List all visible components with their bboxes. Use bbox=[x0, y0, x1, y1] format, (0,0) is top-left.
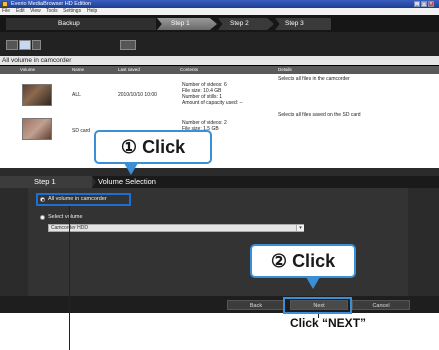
minimize-icon[interactable]: _ bbox=[414, 1, 420, 7]
callout-2-text: Click bbox=[292, 251, 336, 271]
menu-help[interactable]: Help bbox=[87, 8, 97, 15]
list-title: All volume in camcorder bbox=[0, 56, 439, 65]
col-contents: Contents bbox=[180, 67, 199, 72]
next-highlight bbox=[283, 297, 352, 314]
callout-1-pointer bbox=[124, 163, 138, 175]
callout-2-pointer bbox=[306, 277, 320, 289]
menu-view[interactable]: View bbox=[30, 8, 41, 15]
menu-settings[interactable]: Settings bbox=[63, 8, 81, 15]
volume-selection-tab: Volume Selection bbox=[92, 176, 439, 188]
col-name: Name bbox=[72, 67, 85, 72]
window-title: Everio MediaBrowser HD Edition bbox=[11, 1, 92, 7]
thumbnail bbox=[22, 118, 52, 140]
menu-tools[interactable]: Tools bbox=[46, 8, 58, 15]
app-icon bbox=[2, 1, 8, 7]
back-button[interactable]: Back bbox=[227, 300, 285, 310]
cancel-button[interactable]: Cancel bbox=[352, 300, 410, 310]
step-1-indicator: Step 1 bbox=[157, 18, 217, 30]
callout-1-text: Click bbox=[142, 137, 186, 157]
menu-file[interactable]: File bbox=[2, 8, 10, 15]
volume-dropdown[interactable]: Camcorder HDD bbox=[48, 224, 304, 232]
select-volume-radio[interactable] bbox=[40, 215, 45, 220]
step-2-indicator: Step 2 bbox=[218, 18, 274, 30]
leader-line bbox=[69, 206, 70, 350]
list-item[interactable]: ALL 2010/10/10 10:00 Number of videos: 6… bbox=[0, 76, 439, 116]
backup-label: Backup bbox=[6, 18, 156, 30]
folder-icon[interactable] bbox=[120, 40, 136, 50]
close-icon[interactable]: × bbox=[428, 1, 434, 7]
callout-click-1: ① Click bbox=[94, 130, 212, 164]
volume-list: ALL 2010/10/10 10:00 Number of videos: 6… bbox=[0, 74, 439, 168]
select-volume-label[interactable]: Select volume bbox=[48, 214, 83, 220]
list-item[interactable]: SD card Number of videos: 2 File size: 1… bbox=[0, 112, 439, 152]
maximize-icon[interactable]: □ bbox=[421, 1, 427, 7]
callout-2-number: ② bbox=[270, 251, 288, 271]
col-volume: Volume bbox=[20, 67, 36, 72]
menu-edit[interactable]: Edit bbox=[16, 8, 25, 15]
col-details: Details bbox=[278, 67, 292, 72]
callout-click-2: ② Click bbox=[250, 244, 356, 278]
view-toolbar bbox=[0, 32, 439, 56]
callout-1-number: ① bbox=[120, 137, 138, 157]
list-view-icon[interactable] bbox=[19, 40, 31, 50]
grid-view-icon[interactable] bbox=[6, 40, 18, 50]
view-option-icon[interactable] bbox=[32, 40, 41, 50]
thumbnail bbox=[22, 84, 52, 106]
title-bar: Everio MediaBrowser HD Edition _ □ × bbox=[0, 0, 439, 8]
col-last-saved: Last saved bbox=[118, 67, 140, 72]
menu-bar: File Edit View Tools Settings Help bbox=[0, 8, 439, 15]
selection-highlight bbox=[36, 193, 131, 206]
column-header: Volume Name Last saved Contents Details bbox=[0, 66, 439, 74]
step-3-indicator: Step 3 bbox=[275, 18, 331, 30]
next-caption: Click “NEXT” bbox=[290, 316, 367, 330]
step-1-tab: Step 1 bbox=[0, 176, 92, 188]
chevron-down-icon[interactable]: ▾ bbox=[296, 225, 304, 231]
